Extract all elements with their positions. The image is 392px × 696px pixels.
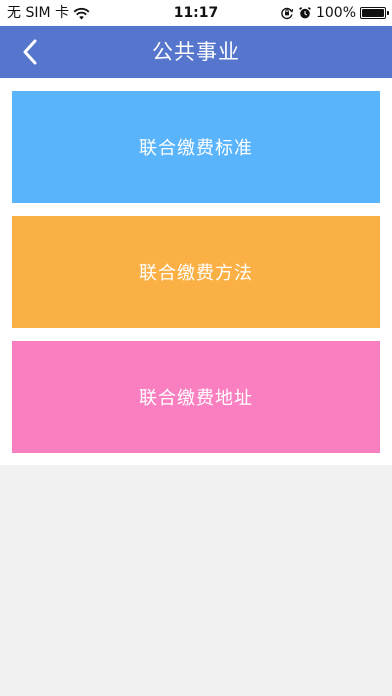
status-bar: 无 SIM 卡 11:17 100%	[0, 0, 392, 26]
status-right: 100%	[280, 5, 389, 21]
page-title: 公共事业	[152, 40, 240, 64]
fee-method-label: 联合缴费方法	[139, 263, 253, 284]
fee-standard-label: 联合缴费标准	[139, 138, 253, 159]
fee-address-label: 联合缴费地址	[139, 388, 253, 409]
fee-method-card[interactable]: 联合缴费方法	[12, 216, 380, 328]
alarm-icon	[299, 7, 311, 19]
content-panel: 联合缴费标准 联合缴费方法 联合缴费地址	[0, 78, 392, 465]
battery-icon	[360, 7, 389, 19]
orientation-lock-icon	[281, 7, 294, 20]
fee-standard-card[interactable]: 联合缴费标准	[12, 91, 380, 203]
navigation-bar: 公共事业	[0, 26, 392, 78]
fee-address-card[interactable]: 联合缴费地址	[12, 341, 380, 453]
battery-percent: 100%	[315, 5, 356, 21]
